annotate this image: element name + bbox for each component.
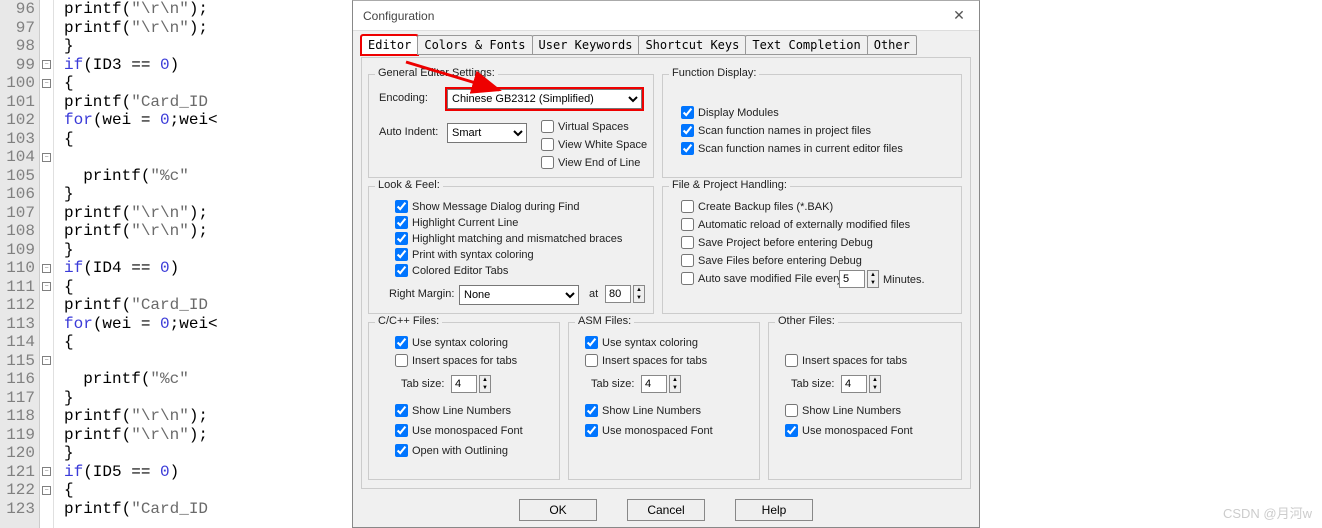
code-editor-background: 9697989910010110210310410510610710810911…	[0, 0, 360, 528]
rmargin-at-input[interactable]: ▲▼	[605, 285, 645, 303]
tab-other[interactable]: Other	[867, 35, 917, 55]
group-look-title: Look & Feel:	[375, 179, 443, 191]
auto-indent-select[interactable]: Smart	[447, 123, 527, 143]
dialog-buttons: OK Cancel Help	[353, 499, 979, 521]
cb-other-mono[interactable]: Use monospaced Font	[785, 424, 913, 437]
tab-colors-fonts[interactable]: Colors & Fonts	[417, 35, 532, 55]
cb-cc-spaces[interactable]: Insert spaces for tabs	[395, 354, 517, 367]
cb-hl-braces[interactable]: Highlight matching and mismatched braces	[395, 232, 622, 245]
auto-indent-label: Auto Indent:	[379, 126, 438, 138]
encoding-select[interactable]: Chinese GB2312 (Simplified)	[447, 89, 642, 109]
rmargin-label: Right Margin:	[389, 288, 454, 300]
tab-user-keywords[interactable]: User Keywords	[532, 35, 640, 55]
group-file-project: File & Project Handling: Create Backup f…	[662, 186, 962, 314]
group-asm: ASM Files: Use syntax coloring Insert sp…	[568, 322, 760, 480]
cb-asm-syntax[interactable]: Use syntax coloring	[585, 336, 698, 349]
group-cc-title: C/C++ Files:	[375, 315, 442, 327]
tab-editor[interactable]: Editor	[361, 35, 418, 55]
code-area: printf("\r\n"); printf("\r\n"); } if(ID3…	[54, 0, 360, 528]
cb-show-msg[interactable]: Show Message Dialog during Find	[395, 200, 580, 213]
cb-save-proj[interactable]: Save Project before entering Debug	[681, 236, 873, 249]
rmargin-at-label: at	[589, 288, 598, 300]
cb-cc-mono[interactable]: Use monospaced Font	[395, 424, 523, 437]
line-number-gutter: 9697989910010110210310410510610710810911…	[0, 0, 40, 528]
cc-tab-label: Tab size:	[401, 378, 444, 390]
close-button[interactable]: ✕	[939, 2, 979, 30]
cb-cc-lines[interactable]: Show Line Numbers	[395, 404, 511, 417]
cb-virtual-spaces[interactable]: Virtual Spaces	[541, 120, 629, 133]
group-general-title: General Editor Settings:	[375, 67, 498, 79]
editor-panel: General Editor Settings: Encoding: Chine…	[361, 57, 971, 489]
asm-tab-label: Tab size:	[591, 378, 634, 390]
cb-asm-mono[interactable]: Use monospaced Font	[585, 424, 713, 437]
tab-shortcut-keys[interactable]: Shortcut Keys	[638, 35, 746, 55]
cb-other-lines[interactable]: Show Line Numbers	[785, 404, 901, 417]
cb-save-files[interactable]: Save Files before entering Debug	[681, 254, 862, 267]
group-cc: C/C++ Files: Use syntax coloring Insert …	[368, 322, 560, 480]
close-icon: ✕	[953, 7, 965, 24]
dialog-titlebar: Configuration ✕	[353, 1, 979, 31]
group-other: Other Files: Insert spaces for tabs Tab …	[768, 322, 962, 480]
cb-view-white-space[interactable]: View White Space	[541, 138, 647, 151]
cb-display-modules[interactable]: Display Modules	[681, 106, 779, 119]
autosave-value[interactable]: ▲▼	[839, 270, 879, 288]
cancel-button[interactable]: Cancel	[627, 499, 705, 521]
cb-cc-syntax[interactable]: Use syntax coloring	[395, 336, 508, 349]
other-tab-label: Tab size:	[791, 378, 834, 390]
ok-button[interactable]: OK	[519, 499, 597, 521]
cb-reload[interactable]: Automatic reload of externally modified …	[681, 218, 910, 231]
cb-autosave[interactable]: Auto save modified File every	[681, 272, 842, 285]
group-fp-title: File & Project Handling:	[669, 179, 790, 191]
asm-tab-input[interactable]: ▲▼	[641, 375, 681, 393]
help-button[interactable]: Help	[735, 499, 813, 521]
other-tab-input[interactable]: ▲▼	[841, 375, 881, 393]
cb-other-spaces[interactable]: Insert spaces for tabs	[785, 354, 907, 367]
cb-scan-editor[interactable]: Scan function names in current editor fi…	[681, 142, 903, 155]
group-other-title: Other Files:	[775, 315, 838, 327]
cb-asm-spaces[interactable]: Insert spaces for tabs	[585, 354, 707, 367]
dialog-title: Configuration	[363, 9, 434, 23]
cb-asm-lines[interactable]: Show Line Numbers	[585, 404, 701, 417]
autosave-unit: Minutes.	[883, 274, 925, 286]
cb-cc-outline[interactable]: Open with Outlining	[395, 444, 508, 457]
cb-hl-line[interactable]: Highlight Current Line	[395, 216, 518, 229]
group-general: General Editor Settings: Encoding: Chine…	[368, 74, 654, 178]
rmargin-select[interactable]: None	[459, 285, 579, 305]
cb-colored-tabs[interactable]: Colored Editor Tabs	[395, 264, 508, 277]
group-function-display-title: Function Display:	[669, 67, 759, 79]
group-asm-title: ASM Files:	[575, 315, 634, 327]
cb-view-eol[interactable]: View End of Line	[541, 156, 640, 169]
cb-print-color[interactable]: Print with syntax coloring	[395, 248, 534, 261]
encoding-label: Encoding:	[379, 92, 428, 104]
cb-backup[interactable]: Create Backup files (*.BAK)	[681, 200, 833, 213]
group-look-feel: Look & Feel: Show Message Dialog during …	[368, 186, 654, 314]
fold-column: −−−−−−−−	[40, 0, 54, 528]
cb-scan-project[interactable]: Scan function names in project files	[681, 124, 871, 137]
configuration-dialog: Configuration ✕ Editor Colors & Fonts Us…	[352, 0, 980, 528]
group-function-display: Function Display: Display Modules Scan f…	[662, 74, 962, 178]
watermark: CSDN @月河w	[1223, 503, 1312, 522]
tab-text-completion[interactable]: Text Completion	[745, 35, 867, 55]
cc-tab-input[interactable]: ▲▼	[451, 375, 491, 393]
